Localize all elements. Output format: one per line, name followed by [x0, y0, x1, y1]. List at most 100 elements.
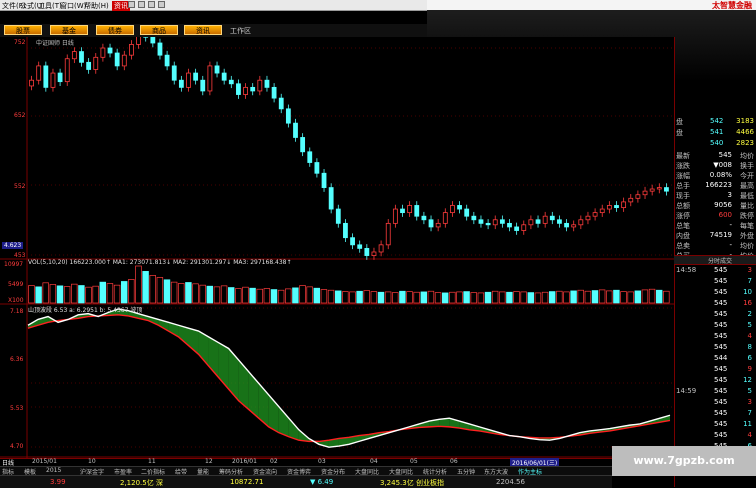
- quote-value: 545: [719, 151, 732, 159]
- back-icon[interactable]: [128, 1, 135, 8]
- volume-bar: [128, 279, 134, 303]
- indicator-tab[interactable]: 大盘同比: [355, 467, 379, 475]
- volume-bar: [228, 288, 234, 303]
- indicator-tab[interactable]: 筹码分析: [219, 467, 243, 475]
- candle-body: [664, 188, 668, 192]
- tick-price: 545: [714, 299, 727, 307]
- candle-body: [251, 87, 255, 91]
- volume-bar: [635, 291, 641, 303]
- quote-label-right: 跌停: [740, 211, 754, 221]
- candle-body: [122, 55, 126, 66]
- indicator-tab[interactable]: 量能: [197, 467, 209, 475]
- indicator-tab[interactable]: 2015: [46, 467, 61, 475]
- quote-value: -: [729, 221, 732, 229]
- tick-volume: 4: [748, 332, 752, 340]
- quote-value: 74519: [710, 231, 732, 239]
- price-badge: 4.623: [2, 242, 23, 249]
- quote-value: -: [729, 241, 732, 249]
- quote-label-right: 量比: [740, 201, 754, 211]
- menu-window[interactable]: 窗口(W): [60, 1, 86, 11]
- candle-body: [429, 220, 433, 227]
- volume-bar: [521, 292, 527, 303]
- candle-body: [615, 205, 619, 207]
- volume-bar: [592, 291, 598, 303]
- nav-funds-button[interactable]: 基金: [50, 25, 88, 35]
- volume-bar: [121, 281, 127, 303]
- volume-bar: [164, 280, 170, 303]
- candle-body: [629, 198, 633, 202]
- volume-bar: [514, 292, 520, 303]
- volume-bar: [407, 292, 413, 303]
- candle-body: [650, 189, 654, 191]
- candle-body: [372, 252, 376, 256]
- price-tick: 552: [14, 183, 25, 190]
- indicator-tab[interactable]: 市盈率: [114, 467, 132, 475]
- tick-volume: 5: [748, 387, 752, 395]
- indicator-tab[interactable]: 二价指标: [141, 467, 165, 475]
- indicator-tab[interactable]: 给带: [175, 467, 187, 475]
- tick-volume: 16: [743, 299, 752, 307]
- volume-bar: [178, 283, 184, 303]
- nav-news-button[interactable]: 资讯: [184, 25, 222, 35]
- volume-bar: [235, 289, 241, 303]
- candle-body: [529, 220, 533, 225]
- refresh-icon[interactable]: [148, 1, 155, 8]
- nav-commodities-button[interactable]: 商品: [140, 25, 178, 35]
- volume-bar: [71, 284, 77, 303]
- volume-bar: [478, 293, 484, 303]
- indicator-tab[interactable]: 东方大波: [484, 467, 508, 475]
- volume-bar: [100, 282, 106, 303]
- candle-body: [336, 209, 340, 223]
- ticks-title: 分时成交: [708, 256, 732, 265]
- candle-body: [550, 216, 554, 220]
- print-icon[interactable]: [158, 1, 165, 8]
- volume-bar: [449, 292, 455, 303]
- candle-body: [622, 202, 626, 208]
- candle-body: [458, 205, 462, 209]
- nav-bonds-button[interactable]: 债券: [96, 25, 134, 35]
- nav-stocks-button[interactable]: 股票: [4, 25, 42, 35]
- volume-bar: [642, 290, 648, 303]
- indicator-tab[interactable]: 资金分布: [321, 467, 345, 475]
- volume-bar: [564, 292, 570, 303]
- tick-price: 545: [714, 376, 727, 384]
- indicator-tab[interactable]: 资金流向: [253, 467, 277, 475]
- menu-help[interactable]: 帮助(H): [84, 1, 109, 11]
- candle-body: [486, 223, 490, 224]
- candle-body: [30, 80, 34, 86]
- ticks-title-bar: 分时成交: [674, 255, 756, 265]
- volume-bar: [542, 292, 548, 303]
- indicator-tab[interactable]: 资金博弈: [287, 467, 311, 475]
- quote-value: 600: [719, 211, 732, 219]
- menu-tools[interactable]: 工具(T): [38, 1, 62, 11]
- indicator-tab[interactable]: 五分钟: [457, 467, 475, 475]
- candle-body: [422, 216, 426, 220]
- candle-body: [465, 209, 469, 216]
- candle-body: [515, 227, 519, 231]
- price-tick: 752: [14, 39, 25, 46]
- tick-volume: 2: [748, 310, 752, 318]
- indicator-tab[interactable]: 作为主标: [518, 467, 542, 475]
- volume-bar: [143, 271, 149, 303]
- indicator-tab[interactable]: 大盘同比: [389, 467, 413, 475]
- volume-bar: [392, 293, 398, 303]
- candle-body: [44, 66, 48, 87]
- indicator-tab[interactable]: 统计分析: [423, 467, 447, 475]
- quote-label: 总笔: [676, 221, 690, 231]
- tick-price: 545: [714, 266, 727, 274]
- indicator-tab[interactable]: 模板: [24, 467, 36, 475]
- volume-bar: [335, 291, 341, 303]
- tick-volume: 3: [748, 266, 752, 274]
- candle-body: [343, 223, 347, 237]
- candle-body: [636, 195, 640, 199]
- quote-label: 总额: [676, 201, 690, 211]
- indicator-tab[interactable]: 指标: [2, 467, 14, 475]
- quote-panel: 盘5423183盘54144665402823 最新545均价涨跌▼008换手涨…: [674, 37, 756, 487]
- forward-icon[interactable]: [138, 1, 145, 8]
- tick-price: 545: [714, 288, 727, 296]
- volume-bar: [614, 290, 620, 303]
- indicator-tab[interactable]: 沪深金字: [80, 467, 104, 475]
- chart-area[interactable]: [0, 37, 674, 458]
- volume-bar: [649, 289, 655, 303]
- volume-bar: [364, 291, 370, 303]
